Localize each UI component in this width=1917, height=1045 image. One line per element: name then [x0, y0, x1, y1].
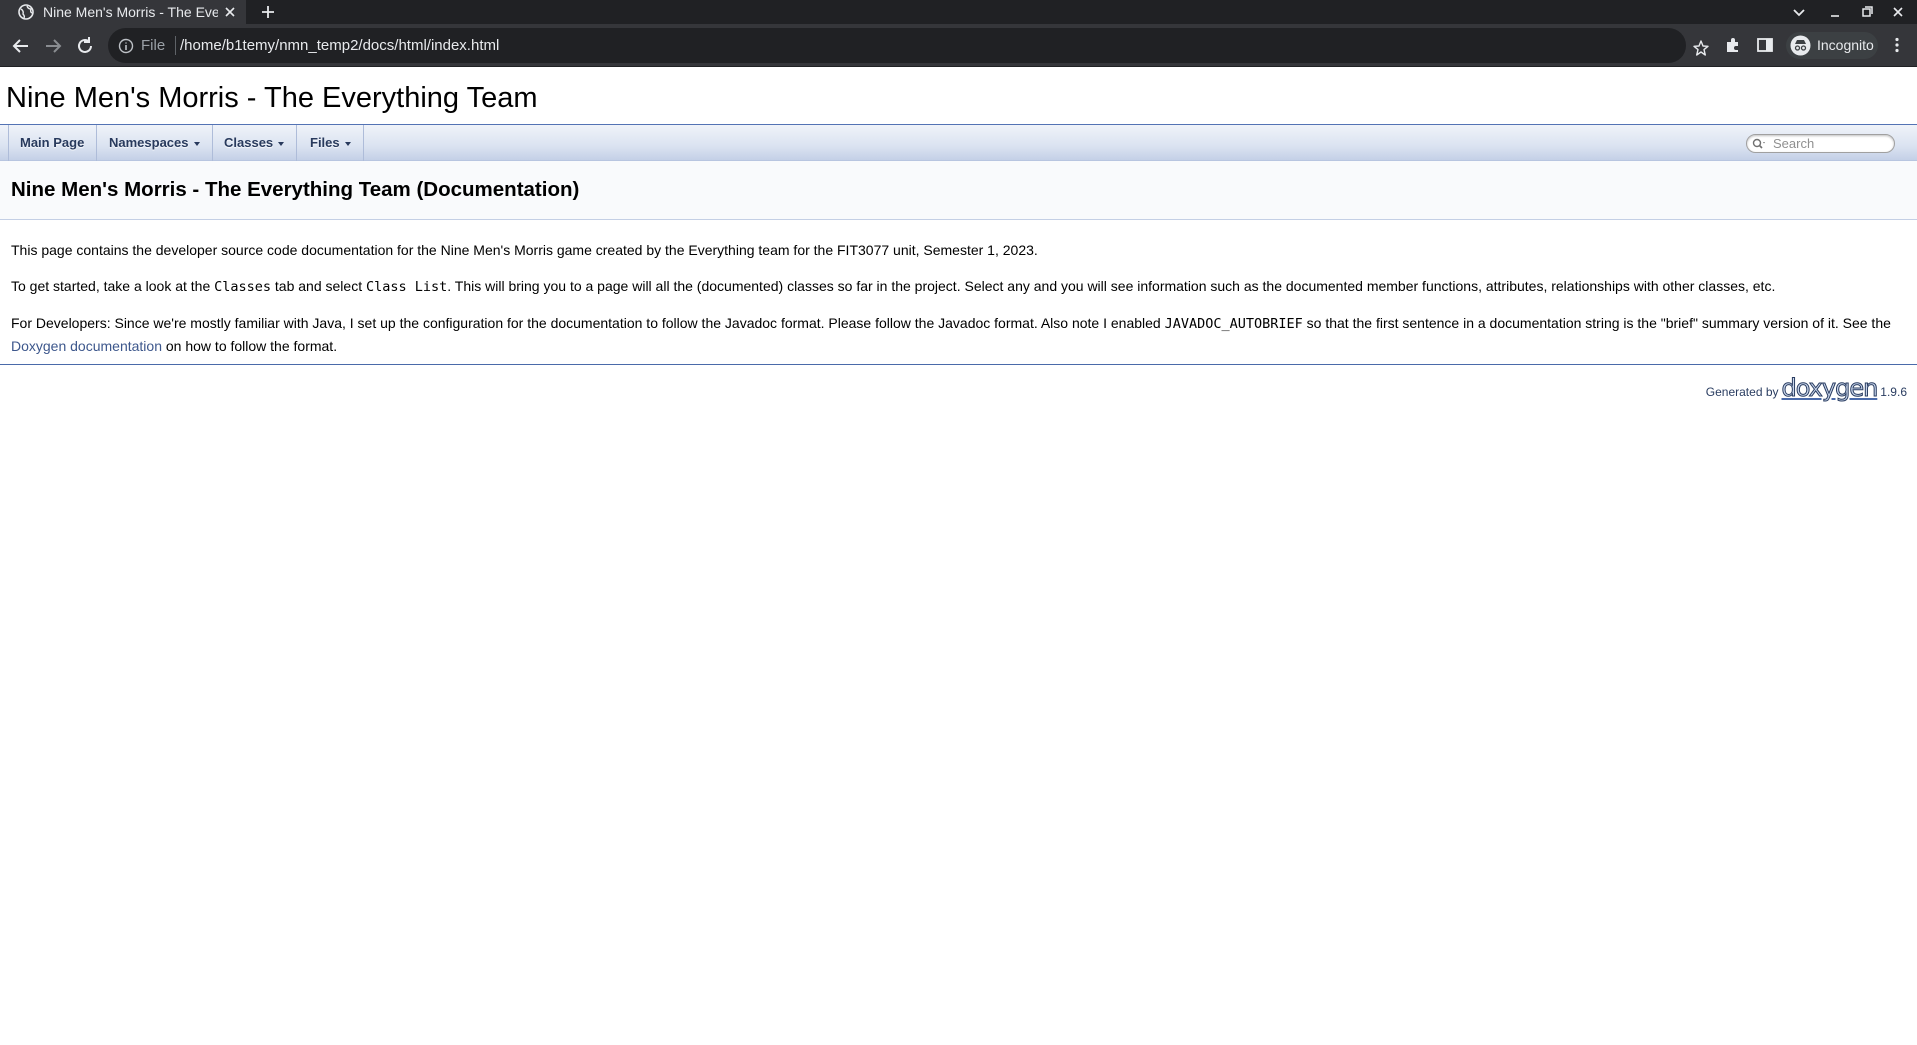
intro-paragraph: This page contains the developer source … — [11, 242, 1038, 258]
generated-by-label: Generated by — [1705, 385, 1779, 399]
text-span: For Developers: Since we're mostly famil… — [11, 315, 1165, 331]
dropdown-caret-icon — [278, 141, 285, 146]
url-scheme-label: File — [141, 37, 166, 54]
tab-title: Nine Men's Morris - The Everything Team — [43, 4, 218, 20]
side-panel-icon[interactable] — [1755, 35, 1775, 55]
project-name: Nine Men's Morris - The Everything Team — [6, 82, 538, 114]
close-tab-icon[interactable] — [222, 4, 238, 20]
doxygen-version: 1.9.6 — [1880, 385, 1907, 399]
page-contents: This page contains the developer source … — [11, 239, 1911, 371]
browser-tab-strip: Nine Men's Morris - The Everything Team — [0, 0, 1917, 24]
tab-main-page[interactable]: Main Page — [8, 125, 98, 161]
page-title: Nine Men's Morris - The Everything Team … — [11, 178, 580, 201]
info-icon[interactable] — [118, 38, 134, 54]
dropdown-caret-icon — [193, 141, 200, 146]
developers-paragraph: For Developers: Since we're mostly famil… — [11, 312, 1911, 357]
footer: Generated by doxygen 1.9.6 — [1706, 376, 1907, 403]
tab-search-chevron-icon[interactable] — [1790, 3, 1808, 21]
browser-toolbar: File /home/b1temy/nmn_temp2/docs/html/in… — [0, 24, 1917, 67]
new-tab-icon[interactable] — [259, 3, 277, 21]
tab-namespaces-label: Namespaces — [109, 135, 189, 150]
text-span: so that the first sentence in a document… — [1302, 315, 1891, 331]
close-window-icon[interactable] — [1889, 3, 1907, 21]
search-icon[interactable] — [1752, 138, 1766, 150]
address-bar[interactable]: File /home/b1temy/nmn_temp2/docs/html/in… — [108, 28, 1709, 63]
title-area: Nine Men's Morris - The Everything Team — [0, 67, 1917, 125]
text-span: . This will bring you to a page will all… — [447, 278, 1776, 294]
doxygen-documentation-link[interactable]: Doxygen documentation — [11, 338, 162, 354]
page-header: Nine Men's Morris - The Everything Team … — [0, 161, 1917, 220]
browser-tab-active[interactable]: Nine Men's Morris - The Everything Team — [0, 0, 246, 24]
extensions-puzzle-icon[interactable] — [1723, 35, 1743, 55]
tab-namespaces[interactable]: Namespaces — [97, 125, 213, 161]
nav-left-divider — [8, 125, 9, 161]
text-span: To get started, take a look at the — [11, 278, 215, 294]
kebab-menu-icon[interactable] — [1887, 35, 1907, 55]
doxygen-logo-link[interactable]: doxygen — [1781, 376, 1879, 401]
inline-code: Class List — [365, 279, 448, 295]
getting-started-paragraph: To get started, take a look at the Class… — [11, 275, 1911, 298]
dropdown-caret-icon — [344, 141, 351, 146]
incognito-icon — [1790, 35, 1811, 56]
restore-icon[interactable] — [1858, 3, 1876, 21]
back-arrow-icon[interactable] — [10, 35, 32, 57]
tab-files-label: Files — [310, 135, 340, 150]
reload-icon[interactable] — [74, 35, 96, 57]
search-box — [1746, 134, 1895, 153]
tab-main-page-label: Main Page — [20, 135, 85, 150]
url-text[interactable]: /home/b1temy/nmn_temp2/docs/html/index.h… — [180, 37, 499, 55]
main-nav: Main Page Namespaces Classes Files — [0, 125, 1917, 161]
footer-divider — [0, 364, 1917, 365]
tab-classes[interactable]: Classes — [212, 125, 298, 161]
text-span: on how to follow the format. — [162, 338, 338, 354]
inline-code: Classes — [214, 279, 272, 295]
search-input[interactable] — [1773, 136, 1891, 152]
globe-icon — [18, 4, 34, 20]
bookmark-star-icon[interactable] — [1692, 39, 1710, 57]
inline-code: JAVADOC_AUTOBRIEF — [1164, 316, 1303, 332]
tab-classes-label: Classes — [224, 135, 274, 150]
tab-files[interactable]: Files — [298, 125, 364, 161]
incognito-profile-button[interactable]: Incognito — [1786, 32, 1878, 59]
text-span: tab and select — [271, 278, 366, 294]
omnibox-divider — [175, 36, 176, 55]
forward-arrow-icon[interactable] — [42, 35, 64, 57]
minimize-icon[interactable] — [1826, 3, 1844, 21]
doxygen-page: Nine Men's Morris - The Everything Team … — [0, 67, 1917, 1045]
incognito-label: Incognito — [1817, 37, 1874, 53]
